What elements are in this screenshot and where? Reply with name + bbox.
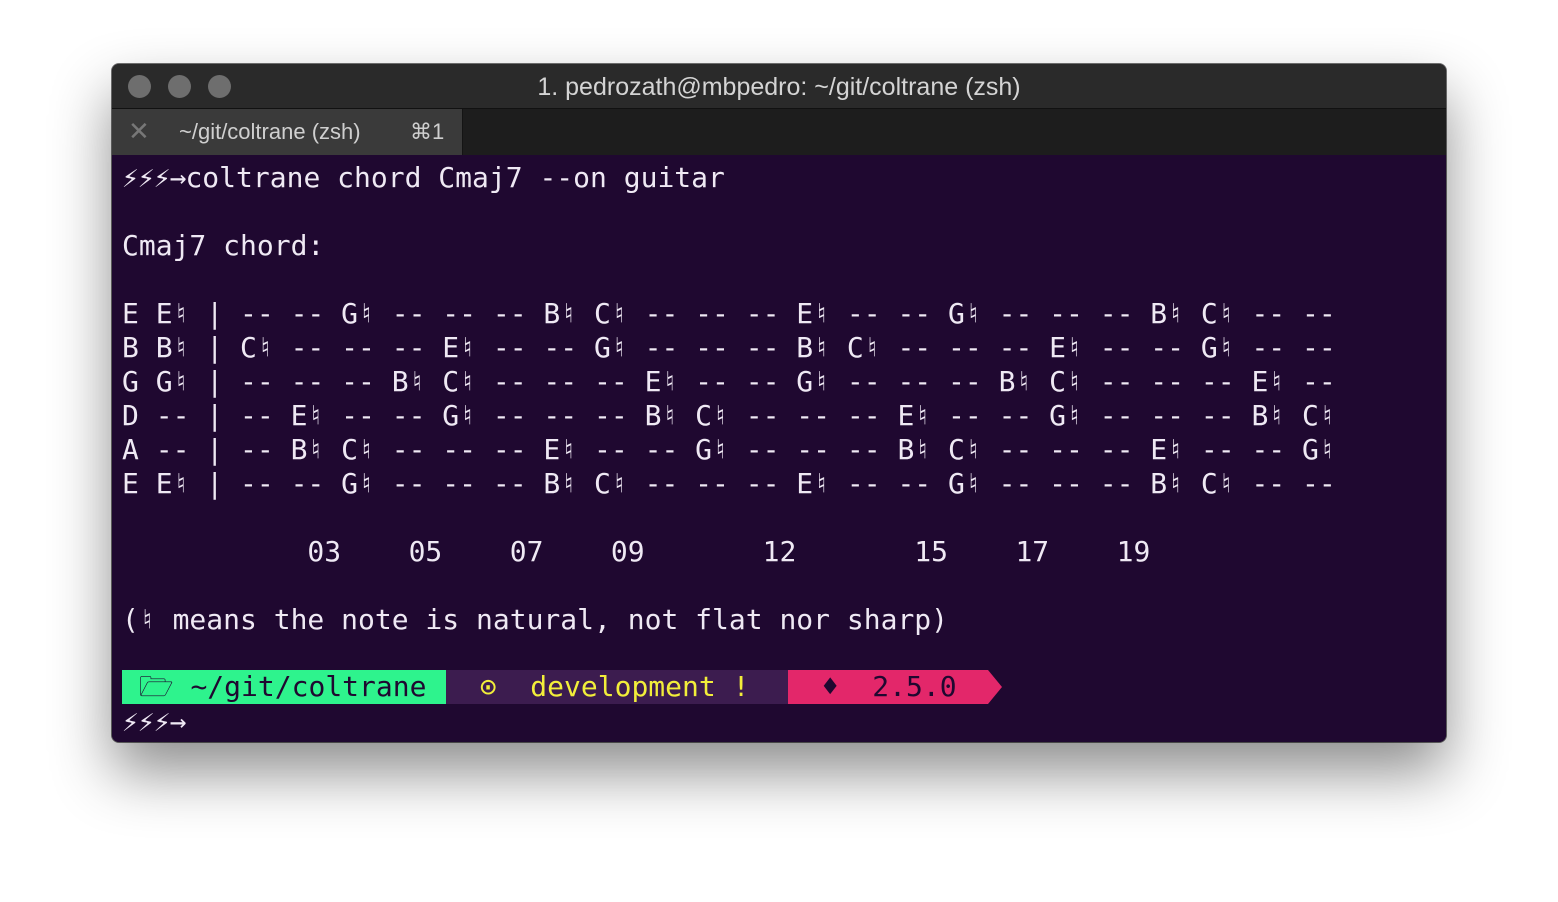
command-text: coltrane chord Cmaj7 --on guitar bbox=[185, 161, 725, 194]
fretboard-string-d: D -- | -- E♮ -- -- G♮ -- -- -- B♮ C♮ -- … bbox=[122, 399, 1336, 432]
prompt-symbol: ⚡⚡⚡→ bbox=[122, 705, 186, 738]
git-branch: development bbox=[530, 670, 716, 703]
fretboard-string-e-low: E E♮ | -- -- G♮ -- -- -- B♮ C♮ -- -- -- … bbox=[122, 467, 1336, 500]
fret-markers: 03 05 07 09 12 15 17 19 bbox=[122, 535, 1151, 568]
tab-coltrane[interactable]: ✕ ~/git/coltrane (zsh) ⌘1 bbox=[112, 109, 463, 155]
title-bar[interactable]: 1. pedrozath@mbpedro: ~/git/coltrane (zs… bbox=[112, 64, 1446, 108]
command-line: ⚡⚡⚡→coltrane chord Cmaj7 --on guitar bbox=[122, 161, 725, 195]
tab-bar: ✕ ~/git/coltrane (zsh) ⌘1 bbox=[112, 108, 1446, 155]
note-legend: (♮ means the note is natural, not flat n… bbox=[122, 603, 949, 636]
statusline-ruby-segment: ♦ 2.5.0 bbox=[788, 670, 988, 704]
segment-separator bbox=[988, 670, 1002, 704]
statusline-directory-segment: 🗁 ~/git/coltrane bbox=[122, 670, 446, 704]
window-title: 1. pedrozath@mbpedro: ~/git/coltrane (zs… bbox=[537, 73, 1021, 101]
fretboard-string-b: B B♮ | C♮ -- -- -- E♮ -- -- G♮ -- -- -- … bbox=[122, 331, 1336, 364]
tab-label: ~/git/coltrane (zsh) bbox=[179, 119, 361, 144]
dirty-indicator-icon: ! bbox=[732, 670, 750, 703]
ruby-gem-icon: ♦ bbox=[821, 670, 839, 703]
terminal-output[interactable]: ⚡⚡⚡→coltrane chord Cmaj7 --on guitar Cma… bbox=[112, 155, 1446, 742]
github-icon: ⊙ bbox=[479, 670, 497, 703]
prompt-symbol: ⚡⚡⚡→ bbox=[122, 161, 186, 194]
tab-close-icon[interactable]: ✕ bbox=[128, 115, 150, 149]
tab-shortcut: ⌘1 bbox=[410, 119, 445, 144]
ruby-version: 2.5.0 bbox=[872, 670, 957, 703]
folder-open-icon: 🗁 bbox=[138, 670, 174, 703]
input-prompt-line[interactable]: ⚡⚡⚡→ bbox=[122, 705, 186, 739]
fretboard-string-g: G G♮ | -- -- -- B♮ C♮ -- -- -- E♮ -- -- … bbox=[122, 365, 1336, 398]
chord-heading: Cmaj7 chord: bbox=[122, 229, 325, 262]
terminal-window: 1. pedrozath@mbpedro: ~/git/coltrane (zs… bbox=[112, 64, 1446, 742]
current-directory: ~/git/coltrane bbox=[190, 670, 427, 703]
fretboard-string-a: A -- | -- B♮ C♮ -- -- -- E♮ -- -- G♮ -- … bbox=[122, 433, 1336, 466]
statusline-git-segment: ⊙ development ! bbox=[446, 670, 788, 704]
fretboard-string-e-high: E E♮ | -- -- G♮ -- -- -- B♮ C♮ -- -- -- … bbox=[122, 297, 1336, 330]
